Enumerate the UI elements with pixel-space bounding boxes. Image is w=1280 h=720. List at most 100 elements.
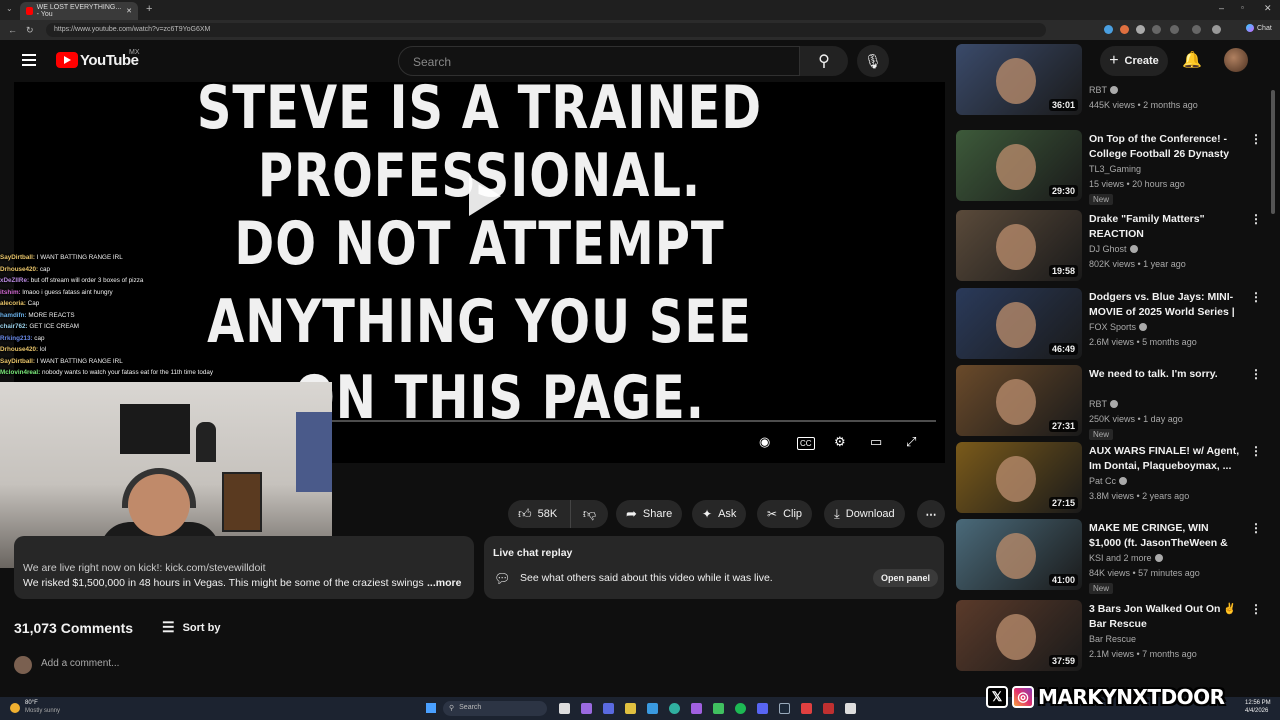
app-icon[interactable] bbox=[691, 703, 702, 714]
autoplay-toggle-icon[interactable]: ◉ bbox=[759, 434, 770, 450]
video-thumbnail[interactable]: 27:15 bbox=[956, 442, 1082, 513]
clip-button[interactable]: ✂ Clip bbox=[757, 500, 813, 528]
sort-by-button[interactable]: ☰ Sort by bbox=[162, 619, 220, 636]
video-title[interactable]: 3 Bars Jon Walked Out On ✌ Bar Rescue bbox=[1089, 602, 1241, 632]
video-channel[interactable]: DJ Ghost bbox=[1089, 244, 1138, 254]
edge-icon[interactable] bbox=[669, 703, 680, 714]
video-channel[interactable]: Pat Cc bbox=[1089, 476, 1128, 486]
minimize-button[interactable]: – bbox=[1219, 3, 1224, 13]
create-button[interactable]: + Create bbox=[1100, 46, 1168, 76]
app-icon[interactable] bbox=[713, 703, 724, 714]
video-thumbnail[interactable]: 41:00 bbox=[956, 519, 1082, 590]
extension-icon[interactable] bbox=[1136, 25, 1145, 34]
related-video-item[interactable]: 41:00 MAKE ME CRINGE, WIN $1,000 (ft. Jas… bbox=[956, 519, 1262, 594]
video-title[interactable]: AUX WARS FINALE! w/ Agent, Im Dontai, Pl… bbox=[1089, 444, 1241, 474]
dislike-button[interactable]: 👎︎ bbox=[570, 500, 608, 528]
url-field[interactable]: https://www.youtube.com/watch?v=zc6T9YoG… bbox=[46, 23, 1046, 37]
progress-bar[interactable] bbox=[314, 420, 936, 422]
related-video-item[interactable]: 27:31 We need to talk. I'm sorry. RBT 250K … bbox=[956, 365, 1262, 440]
fullscreen-icon[interactable]: ⤢ bbox=[906, 434, 916, 450]
show-more-link[interactable]: ...more bbox=[427, 577, 461, 589]
related-video-item[interactable]: 27:15 AUX WARS FINALE! w/ Agent, Im Donta… bbox=[956, 442, 1262, 516]
download-button[interactable]: ⤓ Download bbox=[824, 500, 905, 528]
more-vertical-icon[interactable]: ⋮ bbox=[1250, 602, 1262, 616]
video-title[interactable]: We need to talk. I'm sorry. bbox=[1089, 367, 1241, 382]
video-thumbnail[interactable]: 37:59 bbox=[956, 600, 1082, 671]
video-channel[interactable]: RBT bbox=[1089, 85, 1118, 95]
extension-icon[interactable] bbox=[1170, 25, 1179, 34]
app-icon[interactable] bbox=[603, 703, 614, 714]
profile-icon[interactable] bbox=[1212, 25, 1221, 34]
more-vertical-icon[interactable]: ⋮ bbox=[1250, 132, 1262, 146]
maximize-button[interactable]: ▫ bbox=[1241, 3, 1244, 12]
browser-tab[interactable]: WE LOST EVERYTHING... - You ✕ bbox=[20, 2, 138, 20]
scrollbar[interactable] bbox=[1271, 90, 1275, 214]
extension-icon[interactable] bbox=[1192, 25, 1201, 34]
related-video-item[interactable]: 46:49 Dodgers vs. Blue Jays: MINI-MOVIE o… bbox=[956, 288, 1262, 362]
taskbar-search[interactable]: ⚲ Search bbox=[443, 701, 547, 716]
video-channel[interactable]: Bar Rescue bbox=[1089, 634, 1136, 644]
more-vertical-icon[interactable]: ⋮ bbox=[1250, 367, 1262, 381]
captions-icon[interactable]: CC bbox=[797, 437, 815, 450]
related-video-item[interactable]: 37:59 3 Bars Jon Walked Out On ✌ Bar Resc… bbox=[956, 600, 1262, 674]
video-thumbnail[interactable]: 46:49 bbox=[956, 288, 1082, 359]
open-panel-button[interactable]: Open panel bbox=[873, 569, 939, 587]
spotify-icon[interactable] bbox=[735, 703, 746, 714]
more-vertical-icon[interactable]: ⋮ bbox=[1250, 521, 1262, 535]
tab-menu-icon[interactable]: ⌄ bbox=[6, 4, 13, 13]
app-icon[interactable] bbox=[757, 703, 768, 714]
more-vertical-icon[interactable]: ⋮ bbox=[1250, 290, 1262, 304]
weather-temp[interactable]: 80°F bbox=[25, 700, 38, 706]
voice-search-button[interactable]: 🎙 bbox=[857, 45, 889, 77]
extension-icon[interactable] bbox=[1104, 25, 1113, 34]
video-title[interactable]: Drake "Family Matters" REACTION bbox=[1089, 212, 1241, 242]
video-channel[interactable]: TL3_Gaming bbox=[1089, 164, 1141, 174]
app-icon[interactable] bbox=[801, 703, 812, 714]
video-title[interactable]: On Top of the Conference! - College Foot… bbox=[1089, 132, 1241, 162]
description-box[interactable]: We are live right now on kick!: kick.com… bbox=[14, 536, 474, 599]
video-thumbnail[interactable]: 27:31 bbox=[956, 365, 1082, 436]
video-channel[interactable]: RBT bbox=[1089, 399, 1118, 409]
app-icon[interactable] bbox=[581, 703, 592, 714]
video-thumbnail[interactable]: 19:58 bbox=[956, 210, 1082, 281]
extension-icon[interactable] bbox=[1120, 25, 1129, 34]
steam-icon[interactable] bbox=[779, 703, 790, 714]
more-vertical-icon[interactable]: ⋮ bbox=[1250, 212, 1262, 226]
extension-icon[interactable] bbox=[1152, 25, 1161, 34]
video-title[interactable]: MAKE ME CRINGE, WIN $1,000 (ft. JasonThe… bbox=[1089, 521, 1241, 551]
related-video-item[interactable]: 19:58 Drake "Family Matters" REACTION DJ G… bbox=[956, 210, 1262, 284]
more-vertical-icon[interactable]: ⋮ bbox=[1250, 444, 1262, 458]
more-actions-button[interactable]: ⋯ bbox=[917, 500, 945, 528]
add-comment-input[interactable]: Add a comment... bbox=[41, 658, 119, 669]
start-icon[interactable] bbox=[426, 703, 436, 713]
taskview-icon[interactable] bbox=[559, 703, 570, 714]
video-title[interactable]: Dodgers vs. Blue Jays: MINI-MOVIE of 202… bbox=[1089, 290, 1241, 320]
like-button[interactable]: 👍︎ 58K bbox=[508, 500, 570, 528]
search-input[interactable]: Search bbox=[398, 46, 800, 76]
back-icon[interactable]: ← bbox=[8, 25, 17, 35]
video-channel[interactable]: KSI and 2 more bbox=[1089, 553, 1163, 563]
youtube-logo-icon[interactable] bbox=[56, 52, 78, 68]
ask-button[interactable]: ✦ Ask bbox=[692, 500, 747, 528]
clock-time[interactable]: 12:56 PM bbox=[1245, 700, 1271, 706]
avatar[interactable] bbox=[1224, 48, 1248, 72]
app-icon[interactable] bbox=[845, 703, 856, 714]
related-video-item[interactable]: 29:30 On Top of the Conference! - College… bbox=[956, 130, 1262, 205]
app-icon[interactable] bbox=[647, 703, 658, 714]
search-button[interactable]: ⚲ bbox=[800, 46, 848, 76]
tab-close-icon[interactable]: ✕ bbox=[126, 7, 132, 15]
reload-icon[interactable]: ↻ bbox=[26, 25, 34, 36]
menu-icon[interactable] bbox=[22, 54, 36, 66]
notifications-bell-icon[interactable]: 🔔 bbox=[1182, 50, 1202, 70]
video-thumbnail[interactable]: 36:01 bbox=[956, 44, 1082, 115]
chat-button[interactable]: Chat bbox=[1246, 24, 1272, 32]
share-button[interactable]: ➦ Share bbox=[616, 500, 683, 528]
video-channel[interactable]: FOX Sports bbox=[1089, 322, 1148, 332]
app-icon[interactable] bbox=[823, 703, 834, 714]
close-window-button[interactable]: ✕ bbox=[1264, 3, 1272, 14]
app-icon[interactable] bbox=[625, 703, 636, 714]
play-icon[interactable] bbox=[463, 176, 503, 216]
video-thumbnail[interactable]: 29:30 bbox=[956, 130, 1082, 201]
new-tab-button[interactable]: + bbox=[146, 3, 152, 15]
theater-mode-icon[interactable]: ▭ bbox=[870, 434, 882, 450]
